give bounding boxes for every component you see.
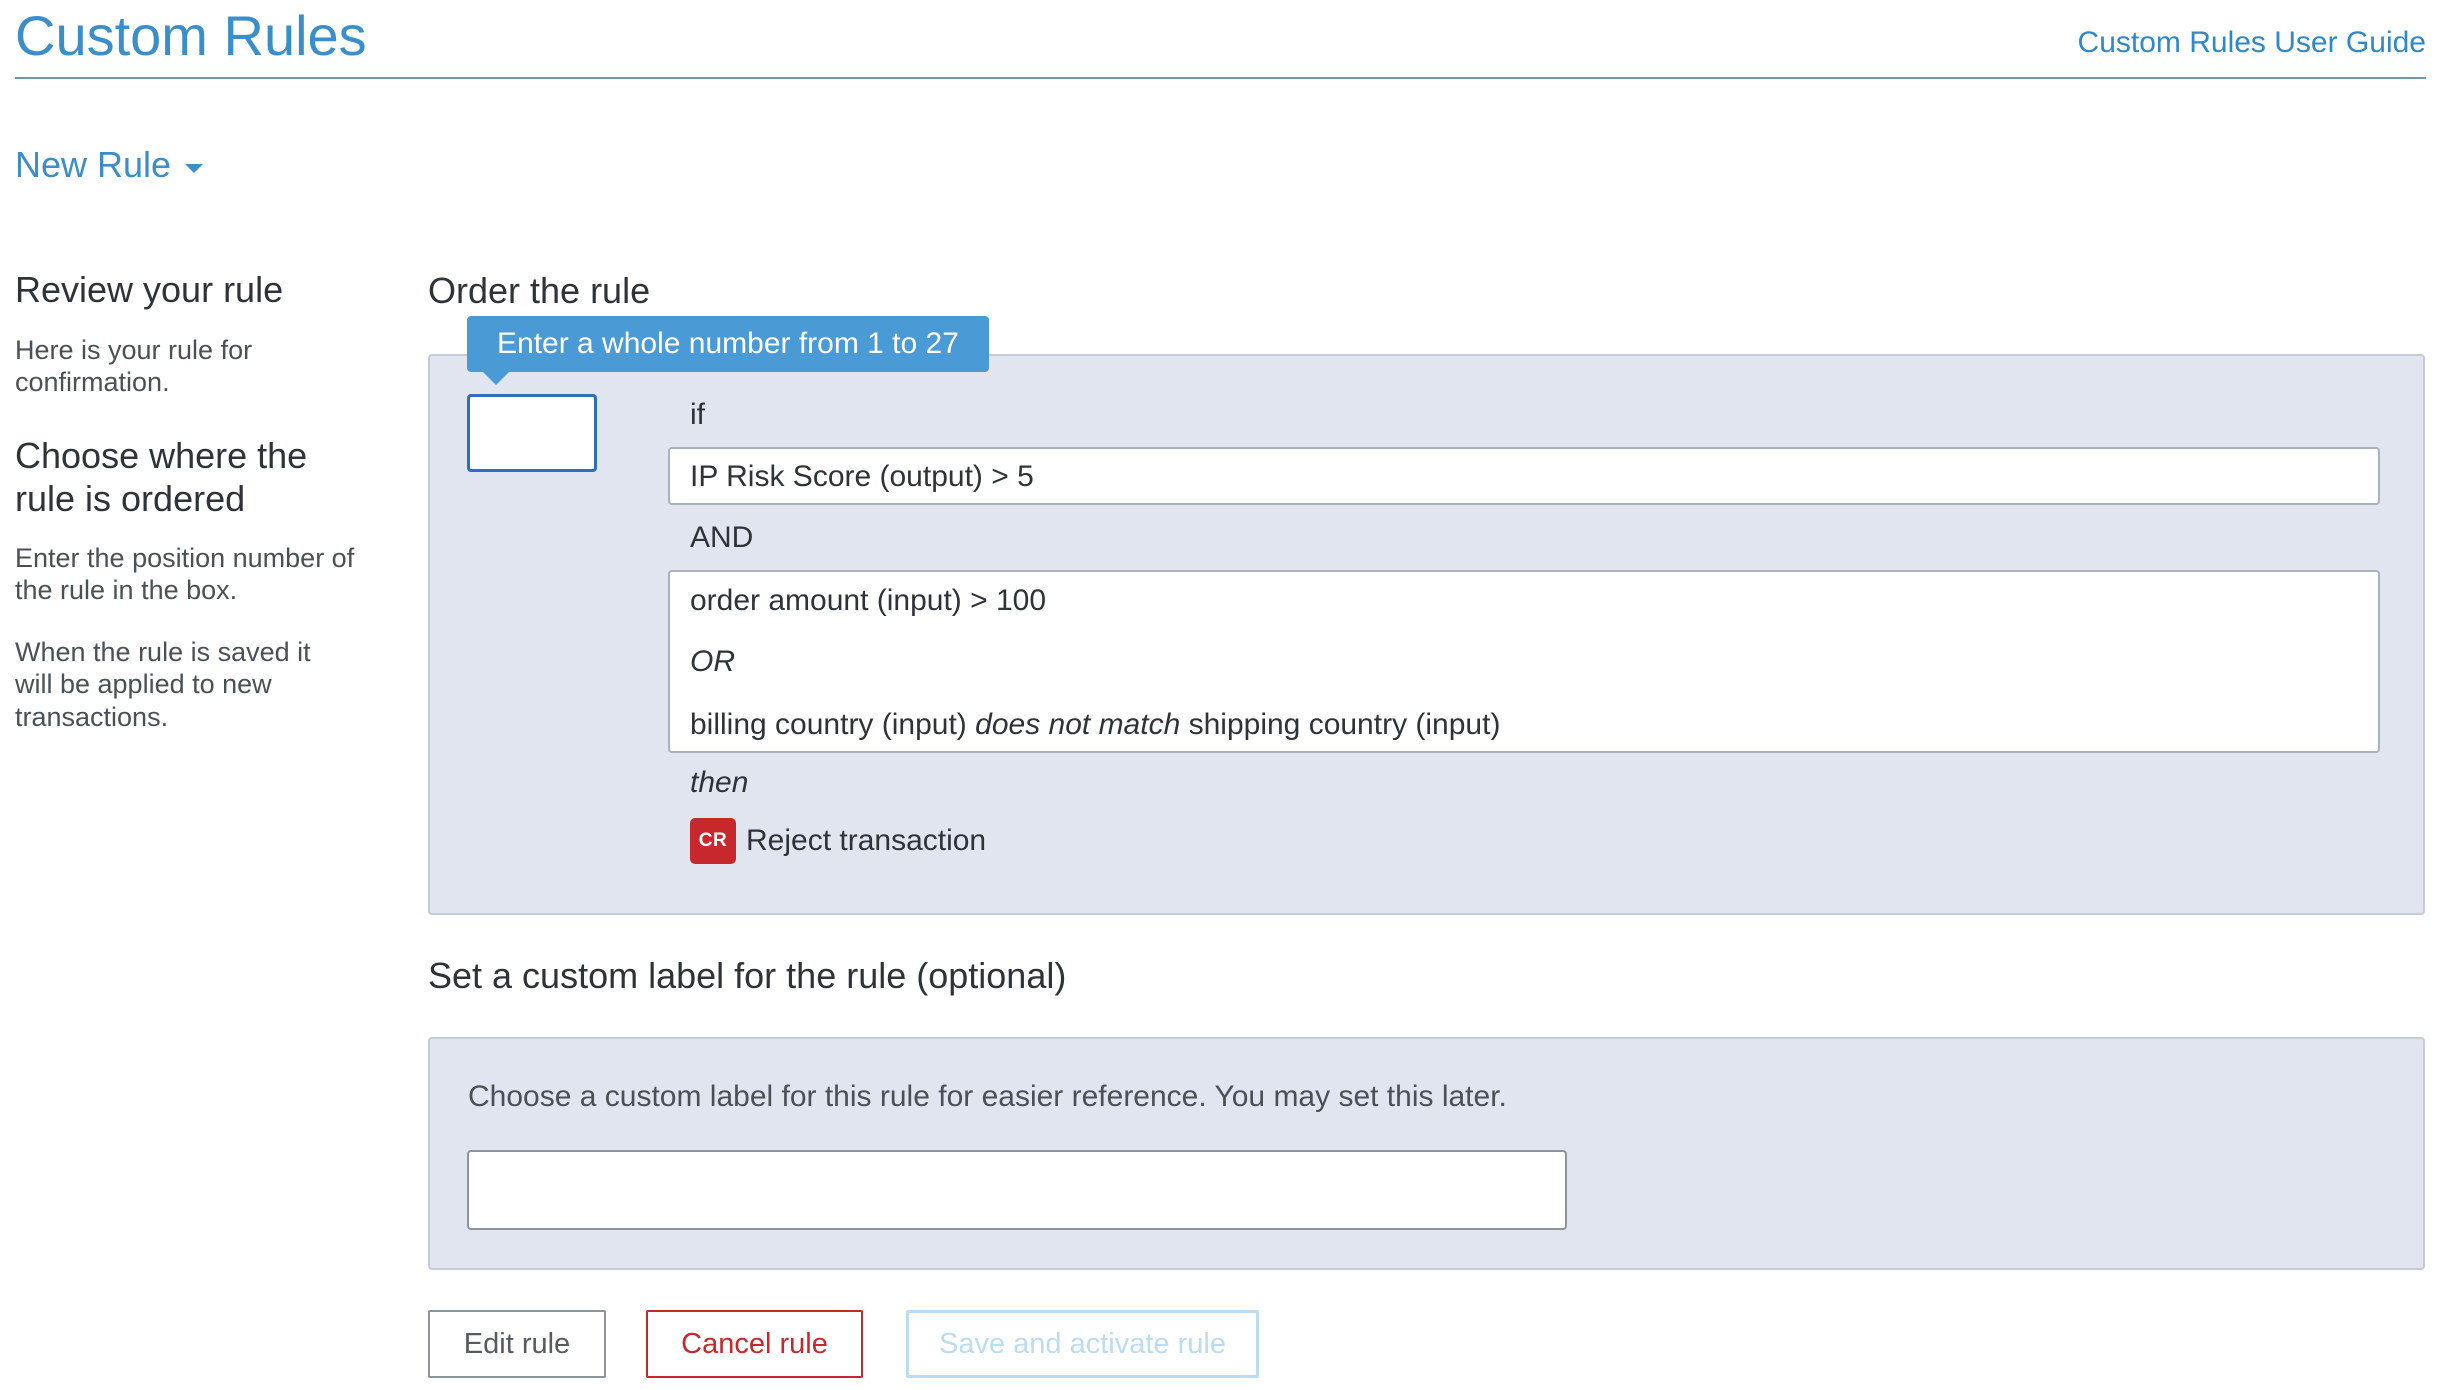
then-keyword: then — [690, 766, 749, 799]
condition-2-line-3: billing country (input) does not match s… — [690, 708, 1501, 741]
new-rule-dropdown[interactable]: New Rule — [15, 144, 204, 186]
tooltip-text: Enter a whole number from 1 to 27 — [497, 327, 959, 360]
or-keyword: OR — [690, 645, 735, 678]
order-heading: Choose where the rule is ordered — [15, 435, 308, 520]
label-help-text: Choose a custom label for this rule for … — [468, 1080, 1507, 1113]
tooltip-arrow — [483, 372, 509, 385]
rule-action: CR Reject transaction — [690, 818, 986, 864]
condition-box-2: order amount (input) > 100 OR billing co… — [668, 570, 2380, 753]
if-keyword: if — [690, 398, 705, 431]
order-section-title: Order the rule — [428, 270, 651, 311]
label-section-title: Set a custom label for the rule (optiona… — [428, 955, 1067, 996]
order-instructions: Enter the position number of the rule in… — [15, 543, 355, 606]
position-tooltip: Enter a whole number from 1 to 27 — [467, 316, 989, 385]
condition-box-1: IP Risk Score (output) > 5 — [668, 447, 2380, 505]
caret-down-icon — [185, 163, 204, 173]
edit-rule-button[interactable]: Edit rule — [428, 1310, 606, 1378]
rule-position-input[interactable] — [467, 394, 597, 472]
reject-badge-icon: CR — [690, 818, 736, 864]
match-operator: does not match — [975, 708, 1181, 741]
action-label: Reject transaction — [746, 824, 987, 857]
cancel-rule-button[interactable]: Cancel rule — [646, 1310, 863, 1378]
and-keyword: AND — [690, 521, 754, 554]
apply-note: When the rule is saved it will be applie… — [15, 637, 311, 732]
page-title: Custom Rules — [15, 4, 367, 67]
review-heading: Review your rule — [15, 269, 284, 310]
save-activate-button[interactable]: Save and activate rule — [906, 1310, 1259, 1378]
condition-1-text: IP Risk Score (output) > 5 — [690, 460, 1034, 493]
review-text: Here is your rule for confirmation. — [15, 335, 253, 398]
custom-label-input[interactable] — [467, 1150, 1567, 1230]
condition-2-line-1: order amount (input) > 100 — [690, 584, 1047, 617]
header-divider — [15, 77, 2426, 79]
new-rule-label: New Rule — [15, 144, 172, 185]
user-guide-link[interactable]: Custom Rules User Guide — [2078, 26, 2426, 60]
